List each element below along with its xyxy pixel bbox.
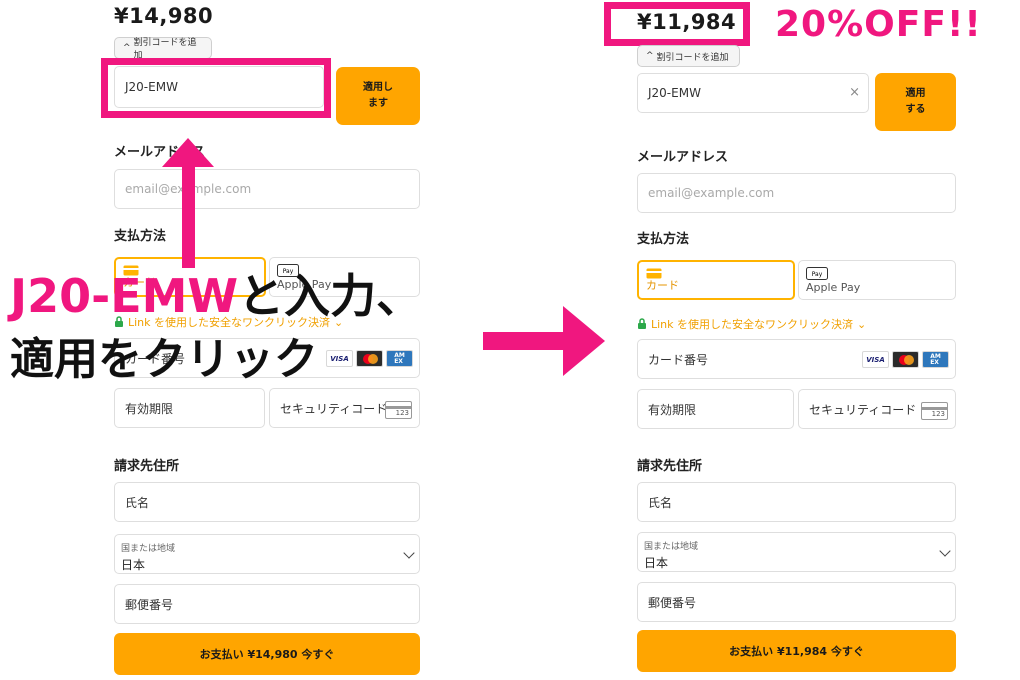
right-arrow-head (563, 306, 605, 376)
instruction-line-1: J20-EMWと入力、 (10, 269, 423, 323)
instruction-line-2: 適用をクリック (10, 334, 318, 385)
up-arrow-shaft (182, 165, 195, 268)
right-arrow-shaft (483, 332, 565, 350)
up-arrow-head (162, 138, 214, 167)
